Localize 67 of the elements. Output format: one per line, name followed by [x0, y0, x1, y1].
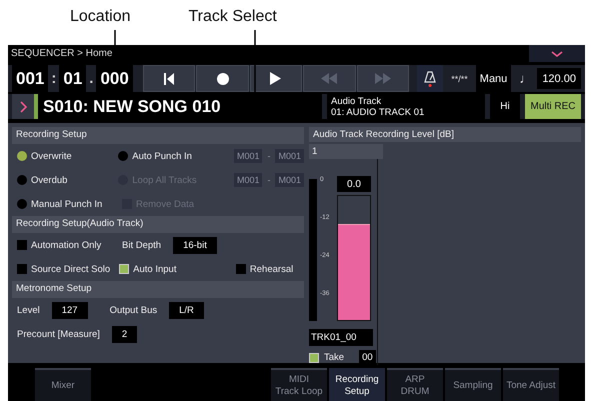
radio-option[interactable]: Overwrite: [17, 150, 118, 162]
measure-field[interactable]: 001: [12, 65, 48, 92]
range-separator: -: [266, 151, 272, 161]
take-checkbox[interactable]: Take: [309, 352, 344, 363]
metronome-button[interactable]: [417, 65, 444, 92]
parameter-label: Bit Depth: [122, 240, 162, 250]
measure-field[interactable]: M001: [234, 149, 262, 163]
rewind-icon: [321, 73, 338, 84]
chevron-right-icon: [20, 100, 26, 112]
value-field[interactable]: 16-bit: [173, 236, 217, 254]
value-field[interactable]: 2: [112, 326, 138, 342]
track-select-button[interactable]: Audio Track 01: AUDIO TRACK 01: [327, 94, 485, 119]
value-field[interactable]: 127: [52, 302, 88, 318]
measure-field[interactable]: M001: [275, 149, 304, 163]
play-icon: [270, 72, 282, 85]
tab[interactable]: Mixer: [35, 368, 91, 401]
metronome-icon: [424, 70, 436, 86]
callout-label: Track Select: [188, 8, 277, 26]
callout-label: Location: [70, 8, 130, 26]
transport-button[interactable]: [196, 65, 249, 92]
section-title: Audio Track Recording Level [dB]: [309, 127, 581, 142]
transport-button[interactable]: [250, 65, 302, 92]
tab[interactable]: MIDI Track Loop: [271, 368, 327, 401]
tab[interactable]: Recording Setup: [329, 368, 385, 401]
section-title: Metronome Setup: [12, 281, 304, 298]
multi-rec-button[interactable]: Multi REC: [525, 94, 581, 119]
hi-button[interactable]: Hi: [490, 94, 520, 119]
tab[interactable]: Sampling: [445, 368, 501, 401]
checkbox-option[interactable]: Auto Input: [119, 264, 236, 274]
section-title: Recording Setup: [12, 127, 304, 144]
tempo-mode-button[interactable]: Manu: [476, 65, 512, 92]
parameter-label: Precount [Measure]: [17, 328, 100, 340]
level-fader[interactable]: [337, 195, 371, 321]
tab[interactable]: Tone Adjust: [503, 368, 559, 401]
expand-button[interactable]: [529, 45, 585, 62]
checkbox-option[interactable]: Automation Only: [17, 240, 122, 250]
breadcrumb: SEQUENCER > Home: [10, 48, 112, 59]
parameter-label: Output Bus: [110, 304, 158, 316]
radio-option[interactable]: Manual Punch In: [17, 198, 122, 210]
section-title: Recording Setup(Audio Track): [12, 216, 304, 233]
parameter-label: Level: [17, 304, 40, 316]
radio-option[interactable]: Overdub: [17, 174, 118, 186]
range-separator: -: [266, 175, 272, 185]
chevron-down-icon: [551, 50, 563, 56]
fast-forward-icon: [374, 73, 391, 84]
radio-option[interactable]: Auto Punch In: [118, 150, 234, 162]
level-reading: 0.0: [337, 176, 371, 192]
location-separator: .: [88, 69, 94, 89]
channel-label: 1: [309, 144, 383, 159]
transport-button[interactable]: [142, 65, 196, 92]
value-field[interactable]: L/R: [169, 302, 204, 318]
record-icon: [216, 72, 229, 84]
beat-field[interactable]: 01: [59, 65, 86, 92]
checkbox-option[interactable]: Rehearsal: [236, 264, 304, 274]
measure-field[interactable]: M001: [275, 173, 304, 187]
song-select-button[interactable]: S010: NEW SONG 010: [12, 94, 322, 119]
file-name-field[interactable]: TRK01_00: [309, 329, 373, 346]
tempo-field[interactable]: 120.00: [537, 68, 581, 89]
checkbox-option[interactable]: Source Direct Solo: [17, 264, 120, 274]
measure-field[interactable]: M001: [234, 173, 262, 187]
tab[interactable]: ARP DRUM: [387, 368, 443, 401]
location-separator: :: [50, 69, 58, 89]
tick-field[interactable]: 000: [96, 65, 133, 92]
note-symbol: ♩: [518, 70, 534, 88]
time-signature: **/**: [450, 72, 469, 86]
skip-to-start-icon: [164, 72, 174, 84]
take-number-field[interactable]: 00: [359, 350, 376, 365]
